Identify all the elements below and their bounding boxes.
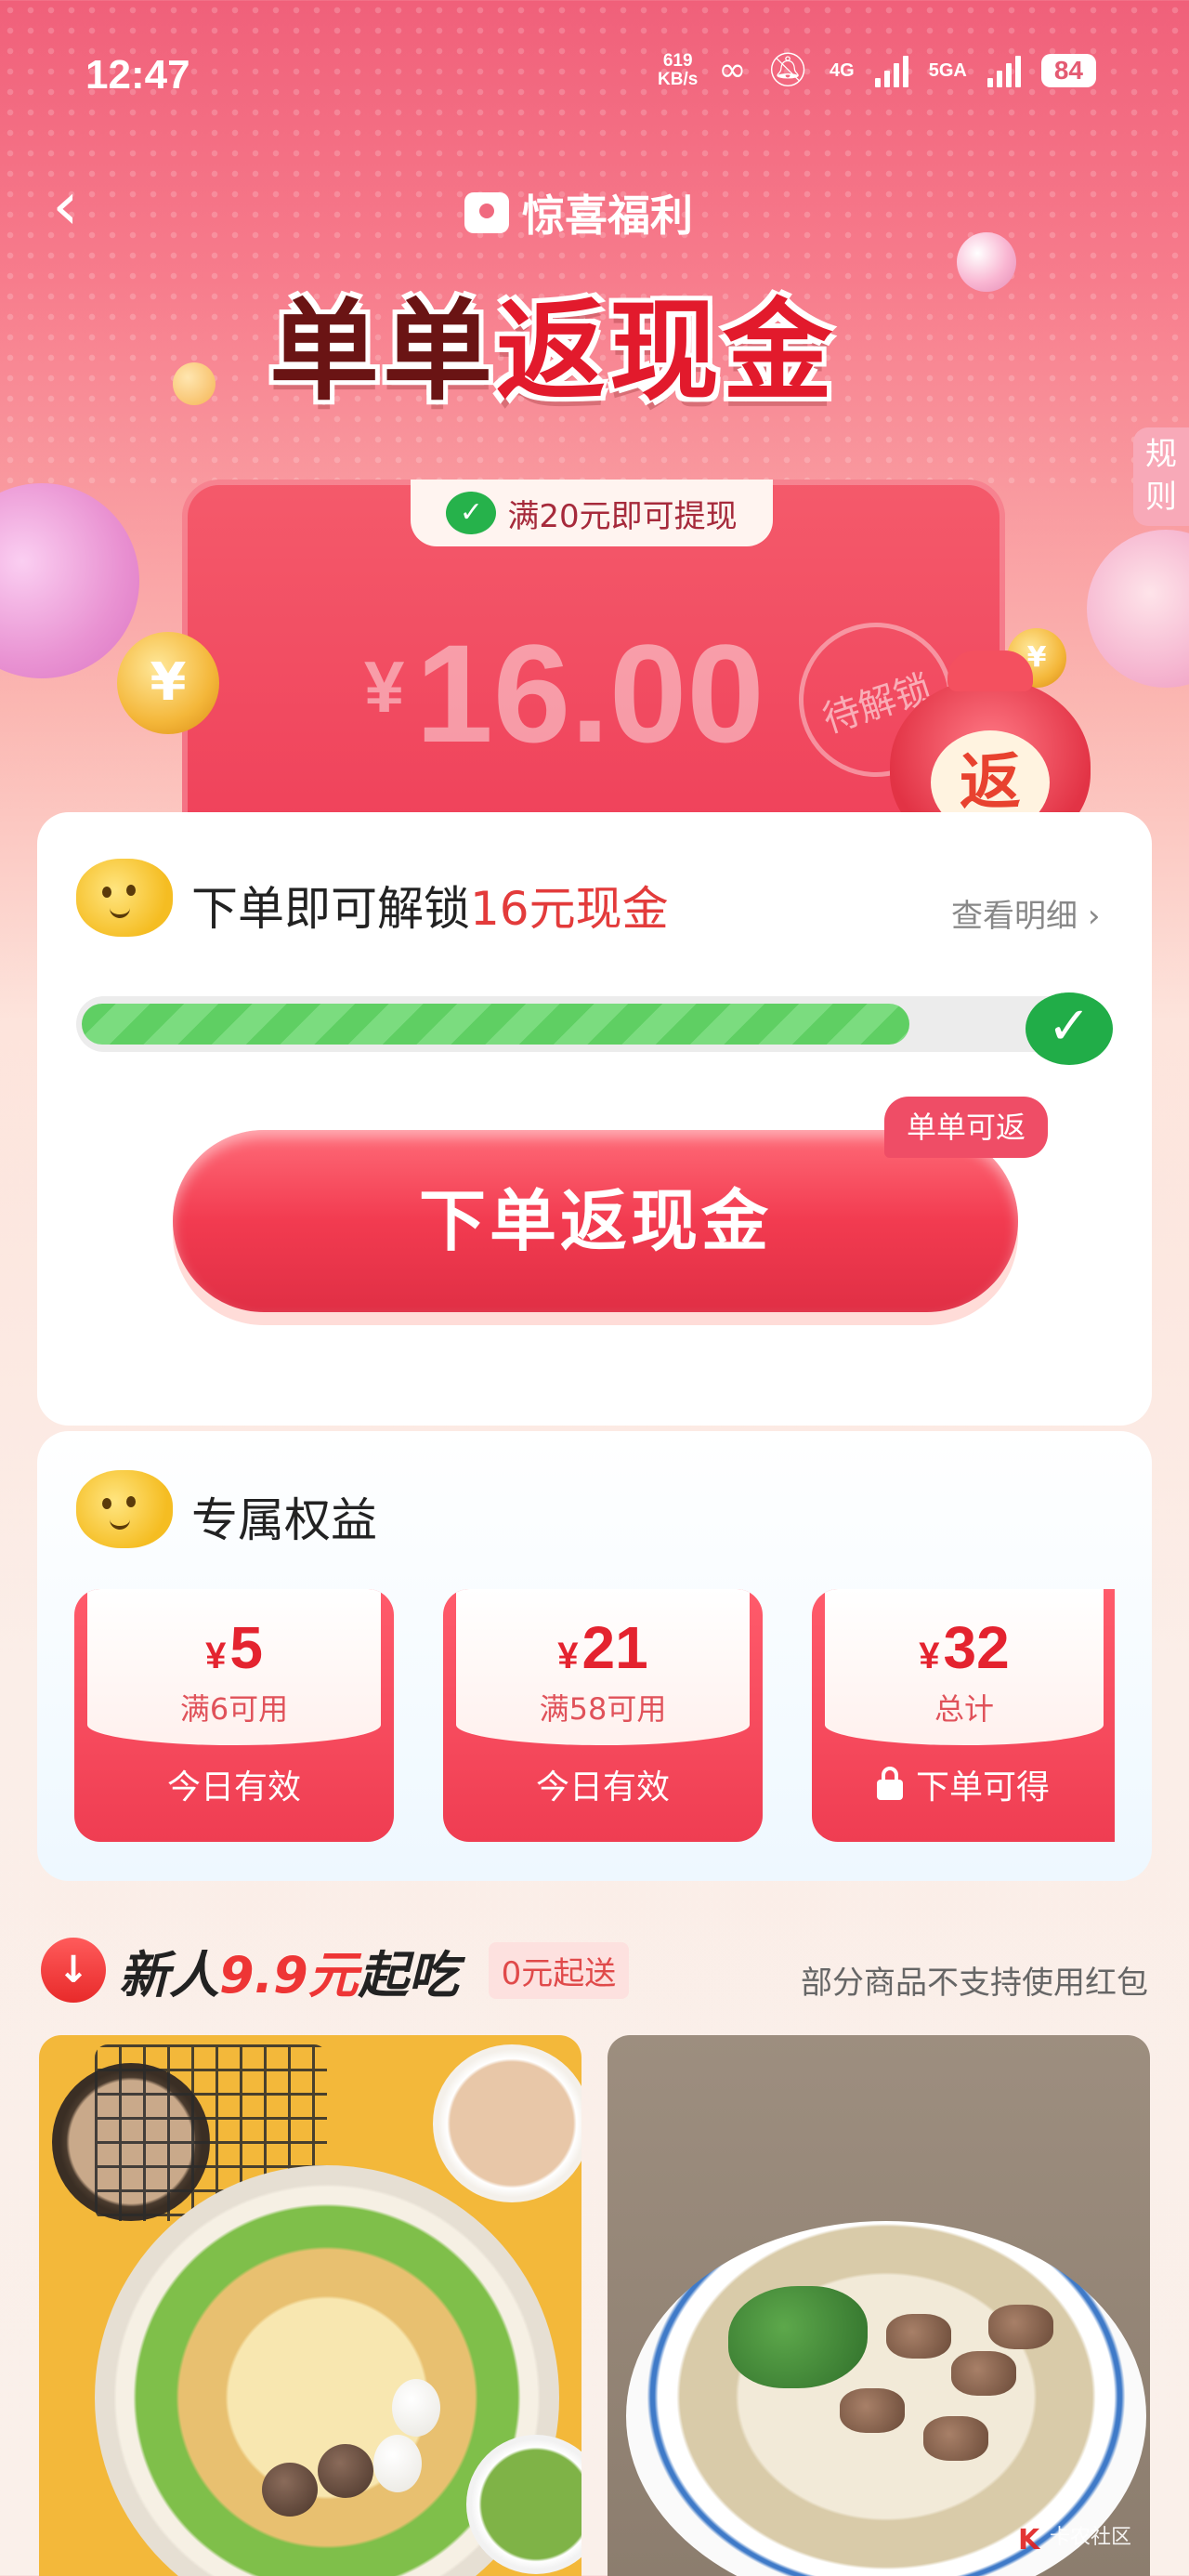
cashback-badge: 单单可返 (884, 1097, 1048, 1158)
back-button[interactable]: ‹ (52, 172, 98, 239)
beef-slice (886, 2314, 951, 2359)
unlock-title: 下单即可解锁16元现金 (191, 872, 669, 939)
page-headline: 单单返现金 (269, 262, 836, 421)
unlock-progress-fill (82, 1004, 909, 1045)
brand-title: 惊喜福利 (464, 182, 693, 243)
signal-bars-icon (986, 54, 1021, 87)
food-item-image[interactable] (39, 2035, 581, 2576)
mascot-icon (76, 1470, 173, 1548)
unlock-progress-bar (76, 996, 1096, 1052)
link-icon: ∞ (718, 51, 747, 89)
view-details-label: 查看明细 (951, 898, 1078, 935)
chevron-right-icon: › (1087, 898, 1101, 935)
coupon-amount-value: 5 (229, 1614, 263, 1681)
coupon-card[interactable]: ¥32 总计 下单可得 (812, 1589, 1115, 1842)
coupon-amount-value: 32 (943, 1614, 1010, 1681)
newcomer-title-highlight: 9.9元 (219, 1945, 359, 2004)
coupon-condition: 满6可用 (179, 1691, 289, 1727)
benefits-title: 专属权益 (191, 1493, 377, 1547)
coupon-currency: ¥ (557, 1636, 579, 1676)
cash-amount: ¥16.00 (364, 613, 764, 774)
coupon-card[interactable]: ¥21 满58可用 今日有效 (443, 1589, 763, 1842)
rules-button[interactable]: 规则 (1133, 427, 1189, 526)
mute-bell-icon: 🔕︎ (766, 51, 810, 89)
coupon-footer-label: 今日有效 (166, 1768, 301, 1807)
mascot-icon (76, 859, 173, 937)
lock-icon (876, 1767, 903, 1800)
beef-slice (951, 2351, 1016, 2396)
food-item-image[interactable]: K 卡农社区 (608, 2035, 1150, 2576)
headline-part-1: 单单 (269, 287, 497, 415)
coin-icon: ¥ (117, 632, 219, 734)
coupon-card[interactable]: ¥5 满6可用 今日有效 (74, 1589, 394, 1842)
newcomer-title-suffix: 起吃 (358, 1945, 459, 2004)
coupon-footer-label: 今日有效 (535, 1768, 670, 1807)
coupon-footer-label: 下单可得 (915, 1768, 1050, 1807)
quail-egg (373, 2435, 422, 2492)
withdraw-notice: ✓ 满20元即可提现 (411, 480, 773, 546)
decorative-bubble (173, 362, 216, 405)
check-icon: ✓ (1026, 992, 1113, 1065)
wechat-check-icon: ✓ (446, 492, 497, 534)
status-icons: 619 KB/s ∞ 🔕︎ 4G 5GA 84 (658, 52, 1096, 89)
newcomer-header: ↓ 新人9.9元起吃 0元起送 (41, 1933, 630, 2007)
beef-slice (923, 2416, 988, 2461)
unlock-title-highlight: 16元现金 (470, 882, 669, 936)
newcomer-title-prefix: 新人 (119, 1945, 219, 2004)
meatball (262, 2463, 318, 2517)
coupon-value-area: ¥5 满6可用 (87, 1589, 381, 1745)
withdraw-notice-text: 满20元即可提现 (507, 497, 738, 535)
coupon-condition: 满58可用 (539, 1691, 667, 1727)
status-bar: 12:47 619 KB/s ∞ 🔕︎ 4G 5GA 84 (0, 0, 1189, 158)
rules-label: 规则 (1145, 436, 1177, 516)
battery-indicator: 84 (1040, 54, 1096, 87)
red-packet-note: 部分商品不支持使用红包 (801, 1965, 1148, 2002)
status-time: 12:47 (85, 52, 190, 98)
meatball (318, 2444, 373, 2498)
beef-slice (840, 2388, 905, 2433)
coupon-amount-value: 21 (581, 1614, 648, 1681)
greens (728, 2286, 868, 2388)
coupon-currency: ¥ (205, 1636, 227, 1676)
signal-bars-icon (874, 54, 908, 87)
download-arrow-icon: ↓ (41, 1938, 106, 2003)
currency-symbol: ¥ (364, 646, 405, 728)
quail-egg (392, 2379, 440, 2437)
signal-5g-label: 5GA (928, 59, 967, 81)
coupon-footer: 今日有效 (74, 1760, 394, 1816)
network-speed-unit: KB/s (658, 70, 699, 89)
decorative-bubble (1087, 530, 1189, 688)
chevron-left-icon: ‹ (52, 166, 79, 244)
watermark-logo-icon: K (1017, 2524, 1040, 2556)
view-details-link[interactable]: 查看明细 › (951, 890, 1100, 936)
network-speed: 619 KB/s (658, 52, 698, 89)
newcomer-title: 新人9.9元起吃 (119, 1934, 459, 2007)
coupon-value-area: ¥21 满58可用 (456, 1589, 750, 1745)
free-delivery-badge: 0元起送 (488, 1941, 630, 1999)
decorative-bubble (0, 483, 139, 678)
coupon-amount: ¥32 (825, 1613, 1104, 1682)
coupon-footer: 下单可得 (812, 1760, 1115, 1816)
decorative-bubble (957, 232, 1016, 292)
coupon-amount: ¥21 (456, 1613, 750, 1682)
side-bowl (433, 2044, 581, 2202)
brand-label: 惊喜福利 (522, 191, 693, 241)
unlock-title-prefix: 下单即可解锁 (191, 882, 470, 936)
coupon-condition: 总计 (934, 1691, 994, 1727)
headline-part-2: 返现金 (496, 287, 837, 415)
coupon-amount: ¥5 (87, 1613, 381, 1682)
watermark: K 卡农社区 (1017, 2520, 1131, 2556)
coupon-footer: 今日有效 (443, 1760, 763, 1816)
beef-slice (988, 2305, 1053, 2349)
signal-4g-label: 4G (830, 59, 855, 81)
cash-amount-value: 16.00 (415, 615, 764, 771)
watermark-text: 卡农社区 (1049, 2526, 1131, 2549)
coupon-value-area: ¥32 总计 (825, 1589, 1104, 1745)
network-speed-value: 619 (662, 51, 693, 71)
coupon-currency: ¥ (919, 1636, 940, 1676)
gift-icon (464, 192, 509, 233)
